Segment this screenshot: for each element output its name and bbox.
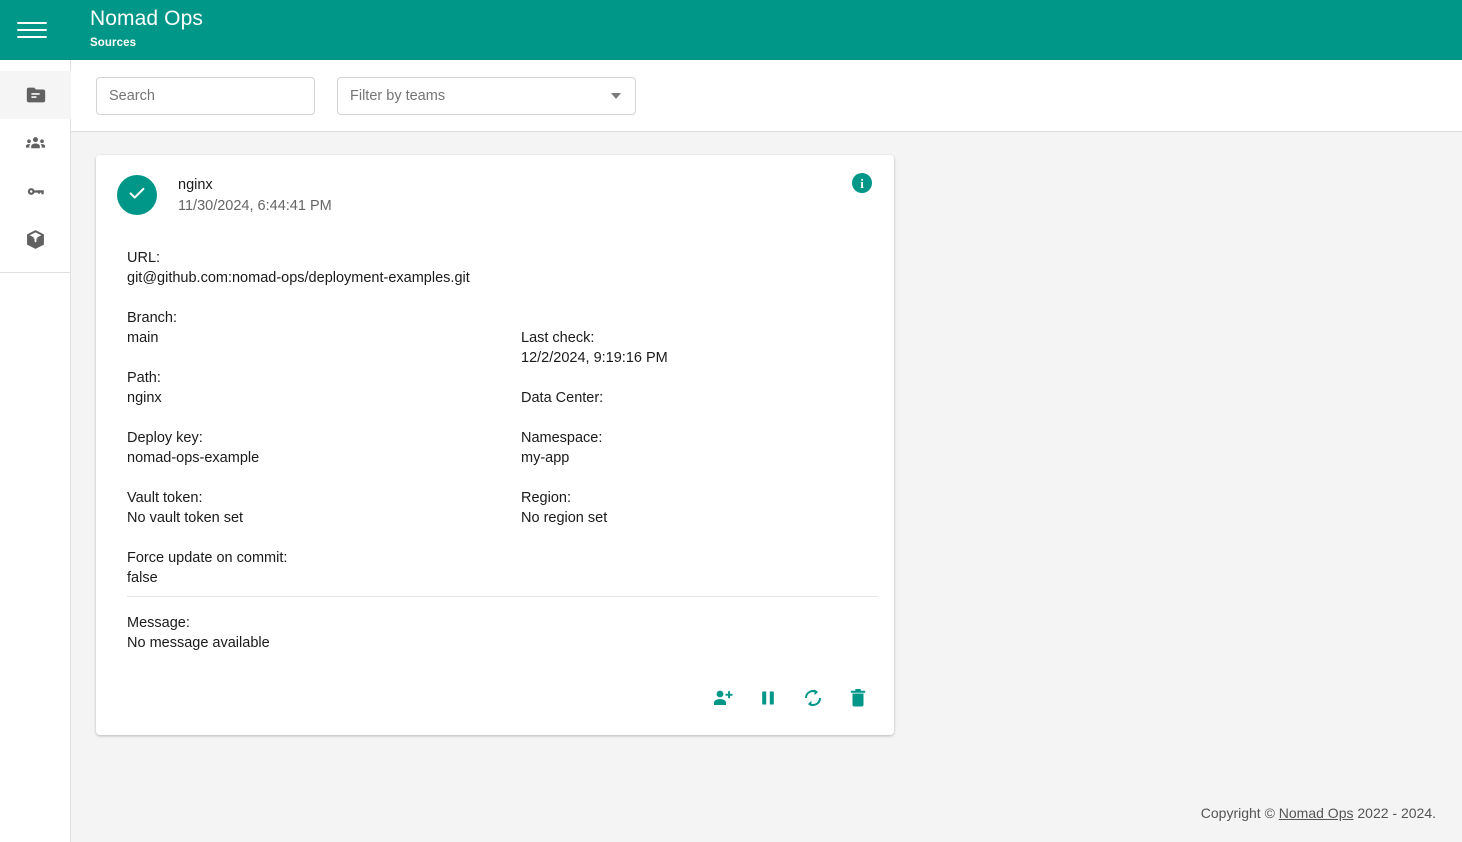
field-value: git@github.com:nomad-ops/deployment-exam… bbox=[127, 270, 470, 286]
key-icon bbox=[24, 180, 47, 203]
field-value: main bbox=[127, 330, 159, 346]
person-add-icon bbox=[711, 686, 735, 713]
app-title: Nomad Ops bbox=[90, 7, 203, 31]
app-bar-titles: Nomad Ops Sources bbox=[90, 7, 203, 50]
hamburger-line bbox=[17, 36, 47, 38]
hamburger-line bbox=[17, 22, 47, 24]
field-label: Region: bbox=[521, 490, 571, 506]
sync-button[interactable] bbox=[801, 687, 825, 711]
field-value: nomad-ops-example bbox=[127, 450, 260, 466]
field-label: URL: bbox=[127, 250, 161, 266]
package-cube-icon bbox=[24, 228, 47, 251]
field-value: my-app bbox=[521, 450, 570, 466]
sidebar-item-deploy-keys[interactable] bbox=[0, 167, 71, 215]
sidebar-item-teams[interactable] bbox=[0, 119, 71, 167]
sidebar-item-deployments[interactable] bbox=[0, 215, 71, 263]
page-title: Sources bbox=[90, 37, 137, 50]
info-glyph: i bbox=[860, 175, 864, 191]
field-path: Path: nginx bbox=[127, 368, 521, 408]
search-input[interactable] bbox=[96, 76, 315, 115]
field-data-center: Data Center: bbox=[521, 388, 851, 408]
field-message: Message: No message available bbox=[96, 597, 894, 653]
source-name: nginx bbox=[178, 177, 213, 193]
pause-icon bbox=[756, 686, 780, 713]
add-member-button[interactable] bbox=[711, 687, 735, 711]
field-label: Branch: bbox=[127, 310, 177, 326]
field-label: Namespace: bbox=[521, 430, 603, 446]
field-label: Data Center: bbox=[521, 390, 604, 406]
field-label: Path: bbox=[127, 370, 161, 386]
source-card-actions bbox=[96, 653, 894, 735]
field-value: No message available bbox=[127, 635, 270, 651]
main-content: Filter by teams nginx 11/30/2024, 6:44:4… bbox=[71, 60, 1462, 842]
field-last-check: Last check: 12/2/2024, 9:19:16 PM bbox=[521, 328, 851, 368]
status-avatar bbox=[117, 175, 157, 215]
source-card-titles: nginx 11/30/2024, 6:44:41 PM bbox=[178, 175, 332, 216]
pause-button[interactable] bbox=[756, 687, 780, 711]
sync-icon bbox=[801, 686, 825, 713]
field-value: No region set bbox=[521, 510, 608, 526]
field-value: nginx bbox=[127, 390, 162, 406]
trash-icon bbox=[846, 686, 870, 713]
filters-toolbar: Filter by teams bbox=[71, 60, 1462, 132]
team-filter-label: Filter by teams bbox=[350, 87, 446, 104]
source-card-body: URL: git@github.com:nomad-ops/deployment… bbox=[96, 229, 894, 588]
footer-copyright: Copyright © Nomad Ops 2022 - 2024. bbox=[1201, 805, 1436, 821]
footer-prefix: Copyright © bbox=[1200, 805, 1279, 821]
info-icon[interactable]: i bbox=[852, 173, 872, 193]
app-bar: Nomad Ops Sources bbox=[0, 0, 1462, 60]
chevron-down-icon bbox=[611, 92, 621, 99]
footer-brand-link[interactable]: Nomad Ops bbox=[1279, 805, 1354, 821]
source-details-left-column: URL: git@github.com:nomad-ops/deployment… bbox=[127, 229, 521, 588]
field-label: Vault token: bbox=[127, 490, 203, 506]
field-url: URL: git@github.com:nomad-ops/deployment… bbox=[127, 248, 521, 288]
field-value: No vault token set bbox=[127, 510, 244, 526]
footer-suffix: 2022 - 2024. bbox=[1353, 805, 1436, 821]
source-timestamp: 11/30/2024, 6:44:41 PM bbox=[178, 198, 332, 214]
folder-icon bbox=[25, 84, 47, 106]
field-region: Region: No region set bbox=[521, 488, 851, 528]
field-label: Last check: bbox=[521, 330, 595, 346]
source-card-header: nginx 11/30/2024, 6:44:41 PM i bbox=[96, 155, 894, 229]
field-label: Force update on commit: bbox=[127, 550, 288, 566]
delete-button[interactable] bbox=[846, 687, 870, 711]
field-label: Deploy key: bbox=[127, 430, 203, 446]
field-force-update: Force update on commit: false bbox=[127, 548, 521, 588]
team-filter-select[interactable]: Filter by teams bbox=[337, 76, 636, 115]
field-namespace: Namespace: my-app bbox=[521, 428, 851, 468]
check-icon bbox=[126, 182, 148, 209]
field-label: Message: bbox=[127, 615, 190, 631]
groups-icon bbox=[24, 132, 47, 155]
sidebar bbox=[0, 60, 71, 842]
hamburger-line bbox=[17, 29, 47, 31]
field-branch: Branch: main bbox=[127, 308, 521, 348]
source-details-right-column: Last check: 12/2/2024, 9:19:16 PM Data C… bbox=[521, 229, 851, 588]
field-value: 12/2/2024, 9:19:16 PM bbox=[521, 350, 668, 366]
sidebar-divider bbox=[0, 272, 71, 273]
source-card[interactable]: nginx 11/30/2024, 6:44:41 PM i URL: git@… bbox=[96, 155, 894, 735]
field-value: false bbox=[127, 570, 158, 586]
hamburger-menu-icon[interactable] bbox=[17, 15, 47, 45]
sidebar-item-sources[interactable] bbox=[0, 71, 71, 119]
field-vault-token: Vault token: No vault token set bbox=[127, 488, 521, 528]
field-deploy-key: Deploy key: nomad-ops-example bbox=[127, 428, 521, 468]
